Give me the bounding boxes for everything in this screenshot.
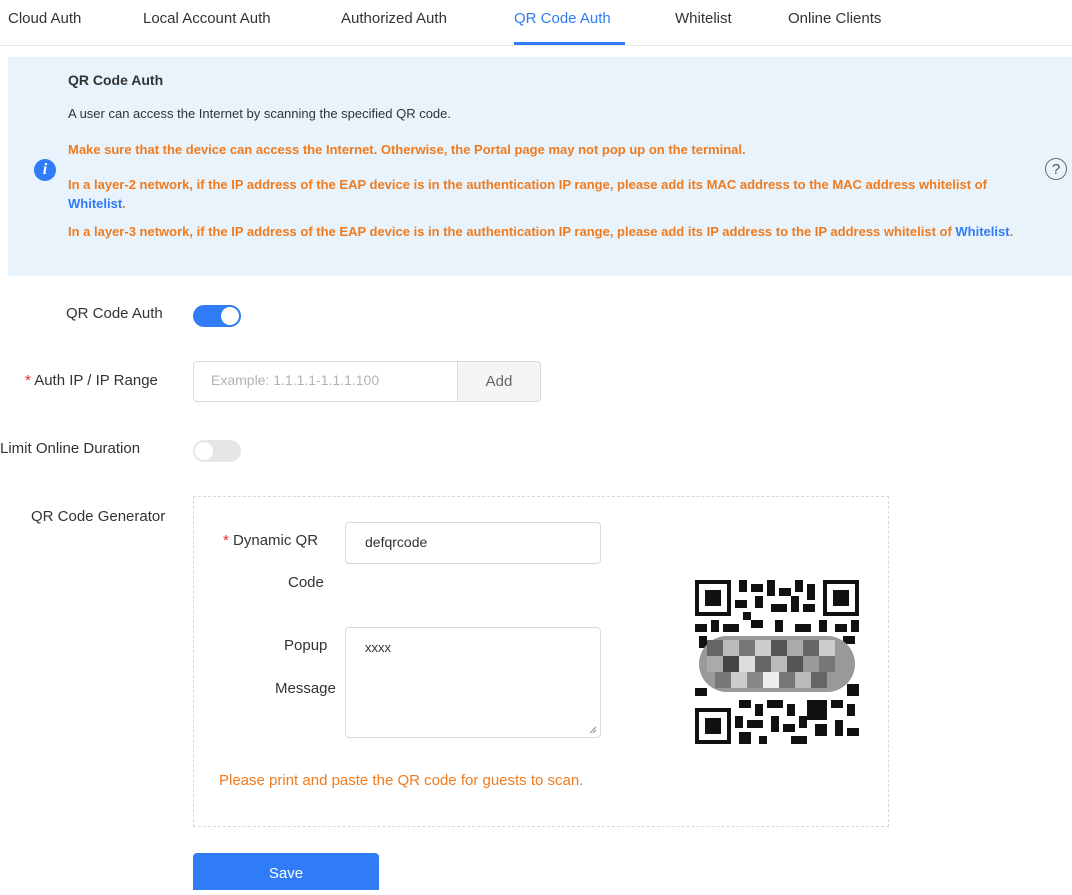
- info-warning-internet: Make sure that the device can access the…: [68, 142, 746, 157]
- limit-duration-toggle[interactable]: [193, 440, 241, 462]
- popup-message-label-2: Message: [275, 680, 336, 697]
- add-button[interactable]: Add: [457, 361, 541, 402]
- qr-generator-label: QR Code Generator: [31, 508, 166, 525]
- tab-whitelist[interactable]: Whitelist: [675, 10, 732, 27]
- qr-print-note: Please print and paste the QR code for g…: [219, 772, 584, 789]
- info-warning-layer3: In a layer-3 network, if the IP address …: [68, 222, 1048, 241]
- info-panel: [8, 57, 1072, 276]
- info-warning-layer2: In a layer-2 network, if the IP address …: [68, 175, 1048, 213]
- tab-cloud-auth[interactable]: Cloud Auth: [8, 10, 81, 27]
- auth-ip-label: * Auth IP / IP Range: [25, 372, 158, 389]
- qr-auth-toggle[interactable]: [193, 305, 241, 327]
- dynamic-qr-input[interactable]: defqrcode: [345, 522, 601, 564]
- popup-message-label: Popup: [284, 637, 328, 654]
- auth-ip-label-text: Auth IP / IP Range: [34, 372, 158, 389]
- popup-message-value: xxxx: [365, 640, 391, 655]
- dynamic-qr-label: * Dynamic QR: [223, 532, 319, 549]
- auth-ip-placeholder: Example: 1.1.1.1-1.1.1.100: [211, 372, 380, 388]
- qr-code-image: [695, 580, 859, 744]
- tab-authorized-auth[interactable]: Authorized Auth: [341, 10, 447, 27]
- toggle-knob: [221, 307, 239, 325]
- warning-layer2-text: In a layer-2 network, if the IP address …: [68, 177, 987, 192]
- tab-qr-code-auth[interactable]: QR Code Auth: [514, 10, 611, 27]
- dynamic-qr-value: defqrcode: [365, 534, 428, 550]
- dynamic-qr-label-text: Dynamic QR: [233, 532, 319, 549]
- warning-layer2-end: .: [122, 196, 126, 211]
- save-button[interactable]: Save: [193, 853, 379, 890]
- limit-duration-label: Limit Online Duration: [0, 440, 141, 457]
- popup-message-textarea[interactable]: xxxx: [345, 627, 601, 738]
- tab-online-clients[interactable]: Online Clients: [788, 10, 881, 27]
- active-tab-indicator: [514, 42, 625, 45]
- whitelist-link[interactable]: Whitelist: [955, 224, 1009, 239]
- whitelist-link[interactable]: Whitelist: [68, 196, 122, 211]
- warning-layer3-end: .: [1009, 224, 1014, 239]
- resize-handle-icon[interactable]: [589, 726, 597, 734]
- help-icon[interactable]: ?: [1045, 158, 1067, 180]
- toggle-knob: [195, 442, 213, 460]
- info-description: A user can access the Internet by scanni…: [68, 106, 451, 121]
- auth-ip-input[interactable]: Example: 1.1.1.1-1.1.1.100: [193, 361, 458, 402]
- warning-layer3-text: In a layer-3 network, if the IP address …: [68, 224, 956, 239]
- tab-bar: Cloud Auth Local Account Auth Authorized…: [0, 0, 1072, 46]
- info-title: QR Code Auth: [68, 72, 164, 88]
- tab-local-account-auth[interactable]: Local Account Auth: [143, 10, 271, 27]
- info-icon: i: [34, 159, 56, 181]
- dynamic-qr-label-2: Code: [288, 574, 324, 591]
- qr-auth-label: QR Code Auth: [66, 305, 163, 322]
